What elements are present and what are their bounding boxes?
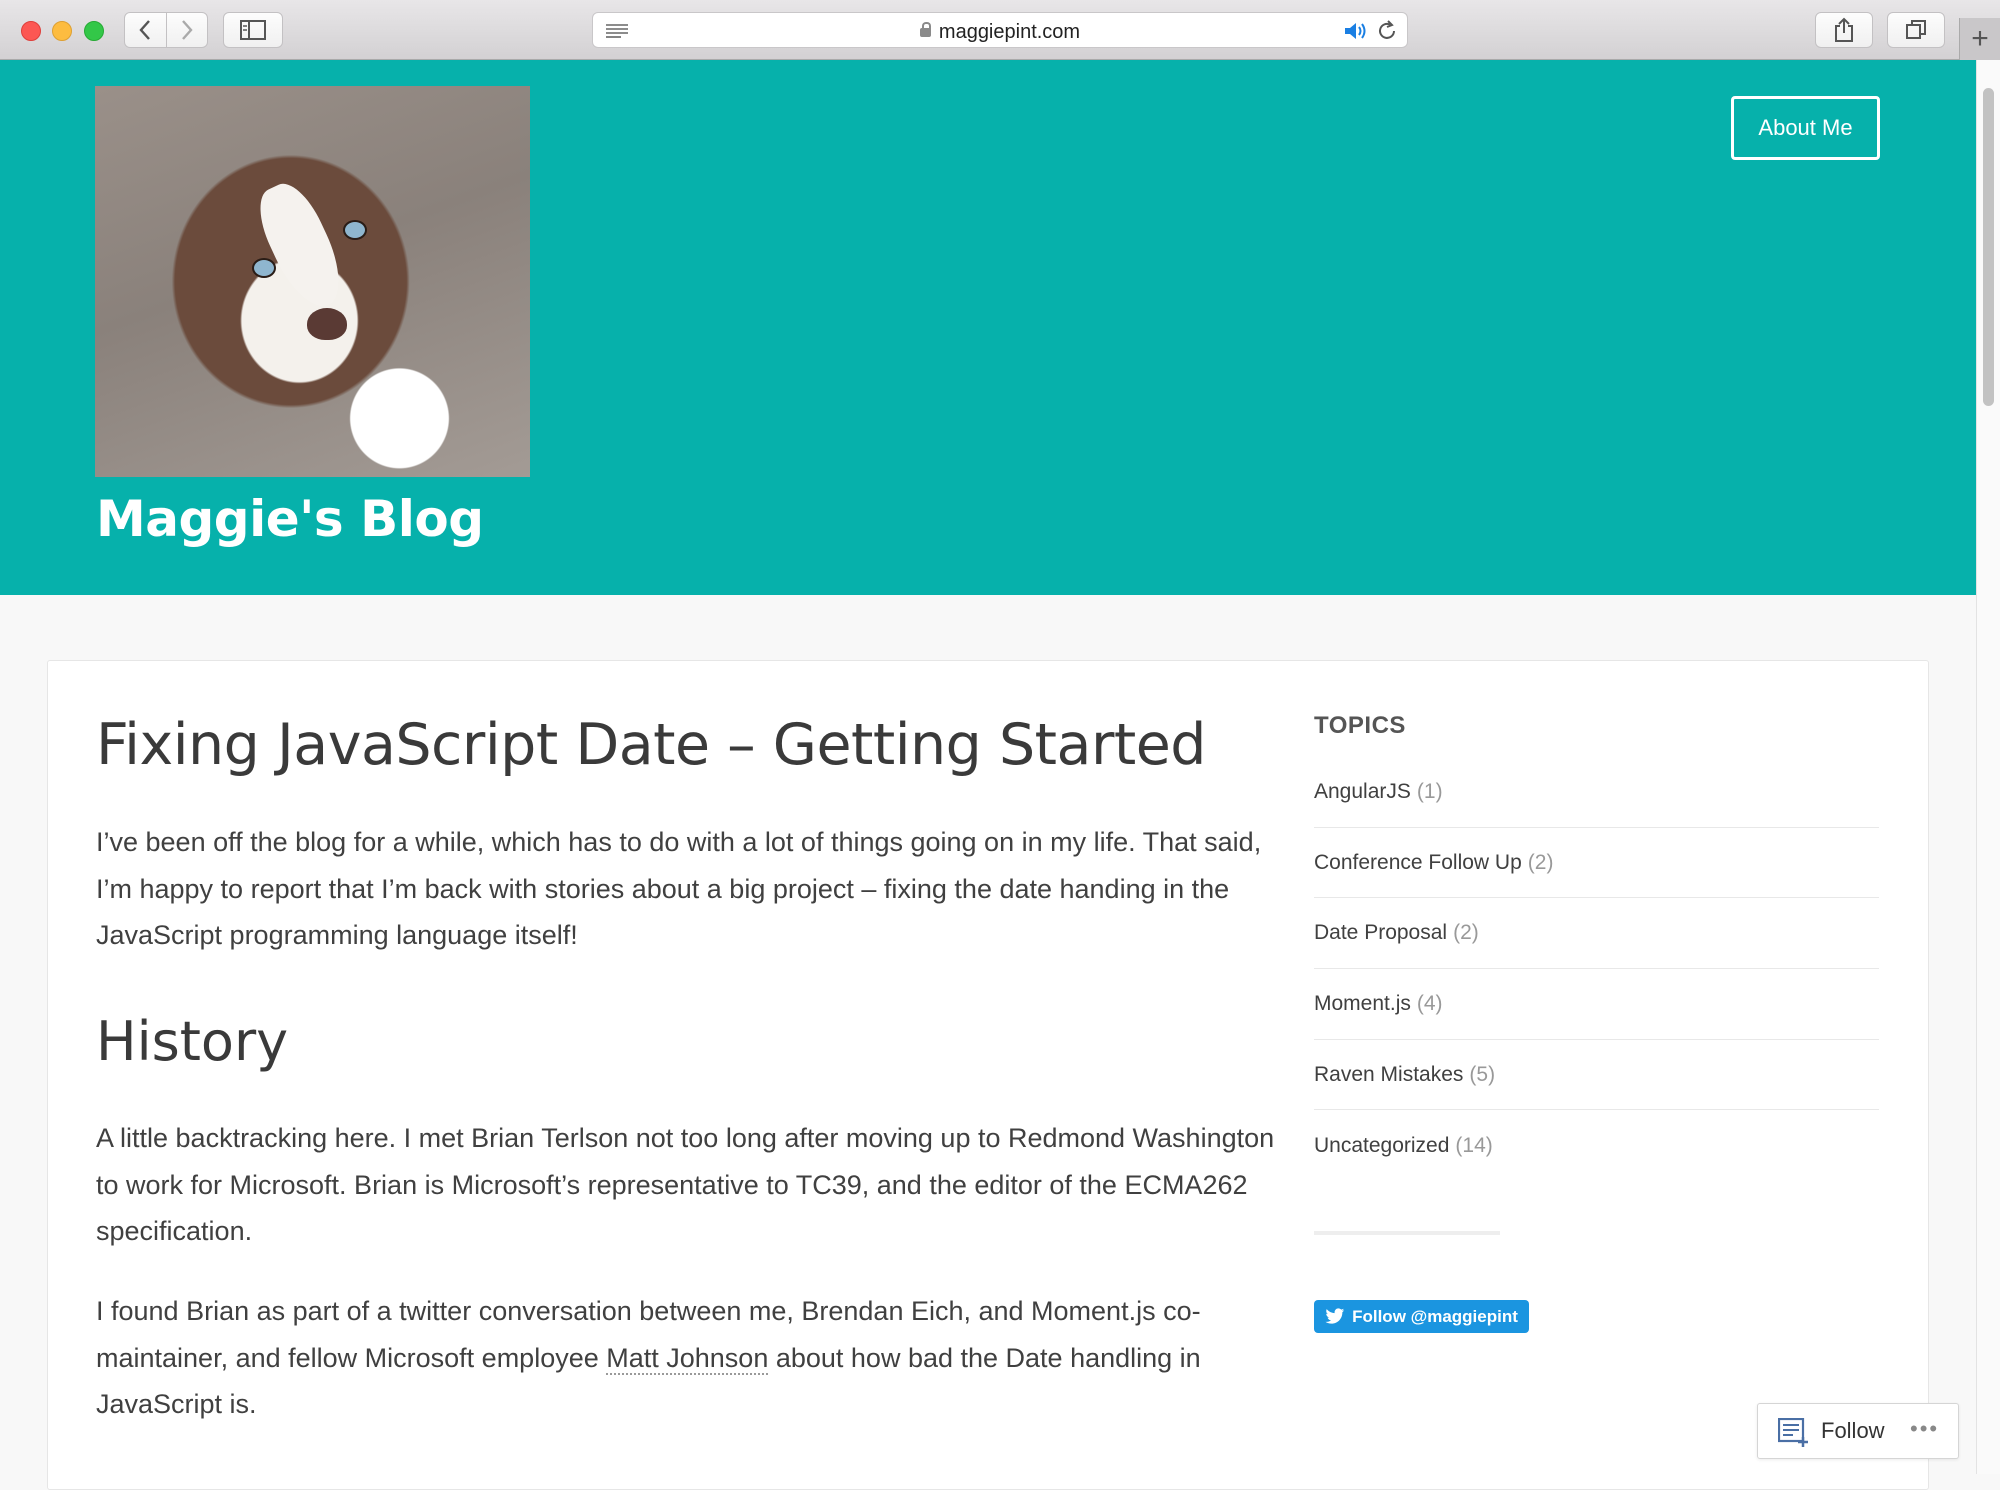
- zoom-window-button[interactable]: [84, 21, 104, 41]
- topic-count: (4): [1416, 991, 1443, 1015]
- reload-icon[interactable]: [1376, 20, 1398, 42]
- topic-item-uncategorized[interactable]: Uncategorized (14): [1314, 1110, 1879, 1181]
- puppy-blaze: [248, 175, 354, 317]
- twitter-bird-icon: [1325, 1308, 1345, 1324]
- widget-divider: [1314, 1231, 1500, 1235]
- follow-button[interactable]: Follow: [1821, 1418, 1885, 1444]
- topic-label: AngularJS: [1314, 779, 1411, 803]
- new-tab-button[interactable]: +: [1959, 18, 2000, 60]
- reader-follow-icon[interactable]: [1778, 1418, 1810, 1448]
- article-title: Fixing JavaScript Date – Getting Started: [96, 712, 1206, 778]
- topics-widget-title: TOPICS: [1314, 712, 1406, 739]
- topic-label: Date Proposal: [1314, 921, 1448, 945]
- topic-item-angularjs[interactable]: AngularJS (1): [1314, 757, 1879, 828]
- topics-list: AngularJS (1) Conference Follow Up (2) Dat…: [1314, 757, 1879, 1181]
- show-tabs-button[interactable]: [1887, 12, 1945, 48]
- history-paragraph-2: I found Brian as part of a twitter conve…: [96, 1288, 1276, 1428]
- topic-item-raven-mistakes[interactable]: Raven Mistakes (5): [1314, 1040, 1879, 1111]
- topic-label: Moment.js: [1314, 991, 1411, 1015]
- topic-item-date-proposal[interactable]: Date Proposal (2): [1314, 898, 1879, 970]
- scrollbar-thumb[interactable]: [1983, 88, 1994, 406]
- lock-icon: [919, 22, 931, 37]
- share-button[interactable]: [1815, 12, 1873, 48]
- header-image-puppy[interactable]: [95, 86, 530, 477]
- more-options-icon[interactable]: •••: [1910, 1416, 1939, 1442]
- plus-icon: +: [1971, 22, 1989, 55]
- forward-button[interactable]: [165, 13, 208, 47]
- topic-count: (1): [1416, 779, 1443, 803]
- history-heading: History: [96, 1010, 289, 1073]
- topic-count: (2): [1453, 921, 1479, 945]
- minimize-window-button[interactable]: [52, 21, 72, 41]
- site-title[interactable]: Maggie's Blog: [96, 490, 484, 548]
- history-nav-group: [124, 12, 208, 48]
- topic-count: (5): [1469, 1062, 1496, 1086]
- share-icon: [1835, 17, 1853, 42]
- page-scrollbar[interactable]: [1976, 60, 2000, 1474]
- site-header: Maggie's Blog About Me: [0, 60, 1976, 595]
- article-intro: I’ve been off the blog for a while, whic…: [96, 827, 1262, 950]
- url-display: maggiepint.com: [593, 21, 1407, 44]
- sidebar-icon: [240, 20, 266, 40]
- show-sidebar-button[interactable]: [223, 12, 283, 48]
- puppy-eye: [252, 258, 276, 278]
- puppy-nose: [307, 308, 347, 340]
- speaker-icon[interactable]: [1343, 20, 1369, 42]
- about-me-button[interactable]: About Me: [1731, 96, 1880, 160]
- browser-toolbar: maggiepint.com +: [0, 0, 2000, 60]
- topic-item-moment-js[interactable]: Moment.js (4): [1314, 969, 1879, 1040]
- twitter-follow-label: Follow @maggiepint: [1352, 1306, 1518, 1326]
- matt-johnson-link[interactable]: Matt Johnson: [606, 1342, 769, 1375]
- topic-label: Conference Follow Up: [1314, 850, 1522, 874]
- topic-count: (2): [1527, 850, 1554, 874]
- follow-bar: Follow •••: [1757, 1403, 1959, 1459]
- chevron-right-icon: [181, 20, 193, 40]
- address-bar[interactable]: maggiepint.com: [592, 12, 1408, 48]
- tabs-overview-icon: [1906, 20, 1926, 39]
- close-window-button[interactable]: [21, 21, 41, 41]
- history-paragraph-1: A little backtracking here. I met Brian …: [96, 1123, 1275, 1246]
- url-text: maggiepint.com: [938, 21, 1081, 43]
- topic-label: Raven Mistakes: [1314, 1062, 1464, 1086]
- puppy-eye: [343, 220, 367, 240]
- back-button[interactable]: [125, 13, 166, 47]
- topic-label: Uncategorized: [1314, 1133, 1450, 1157]
- topic-item-conference-follow-up[interactable]: Conference Follow Up (2): [1314, 828, 1879, 899]
- topic-count: (14): [1455, 1133, 1493, 1157]
- chevron-left-icon: [139, 20, 151, 40]
- twitter-follow-button[interactable]: Follow @maggiepint: [1314, 1300, 1529, 1333]
